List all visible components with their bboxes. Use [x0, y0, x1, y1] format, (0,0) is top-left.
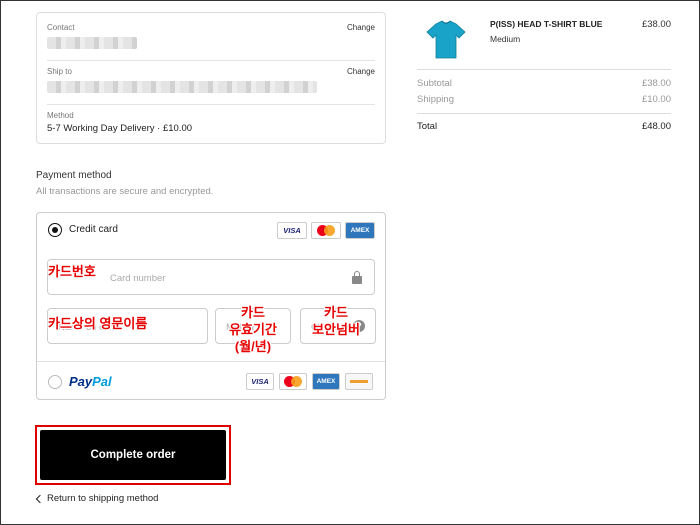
- card-brand-list: VISA AMEX: [277, 222, 375, 239]
- paypal-card-brand-list: VISA AMEX: [246, 373, 373, 390]
- lock-icon: [352, 271, 362, 284]
- card-number-placeholder: Card number: [110, 273, 166, 284]
- paypal-logo[interactable]: PayPal: [69, 374, 112, 389]
- generic-card-icon: [345, 373, 373, 390]
- divider: [47, 104, 375, 105]
- annotation-security-code: 카드 보안넘버: [312, 305, 360, 337]
- tshirt-icon: [426, 20, 466, 59]
- visa-icon: VISA: [277, 222, 307, 239]
- ship-to-value-redacted: [47, 81, 317, 93]
- complete-order-highlight: Complete order: [35, 425, 231, 485]
- credit-card-option[interactable]: Credit card VISA AMEX: [37, 213, 385, 247]
- method-value: 5-7 Working Day Delivery · £10.00: [47, 123, 193, 134]
- annotation-expiry: 카드 유효기간 (월/년): [229, 305, 277, 354]
- shipping-value: £10.00: [641, 94, 671, 105]
- total-value: £48.00: [641, 121, 671, 132]
- product-thumbnail: [418, 16, 474, 64]
- chevron-left-icon: [35, 494, 45, 503]
- total-row: Total £48.00: [417, 121, 671, 132]
- credit-card-radio[interactable]: [48, 223, 62, 237]
- shipping-row: Shipping £10.00: [417, 94, 671, 105]
- divider: [37, 361, 385, 362]
- checkout-summary-box: Contact Change Ship to Change Method 5-7…: [36, 12, 386, 144]
- amex-icon: AMEX: [345, 222, 375, 239]
- return-to-shipping-label: Return to shipping method: [47, 493, 159, 504]
- return-to-shipping-link[interactable]: Return to shipping method: [35, 493, 159, 504]
- ship-to-label: Ship to: [47, 67, 72, 76]
- mastercard-icon: [279, 373, 307, 390]
- subtotal-label: Subtotal: [417, 78, 452, 89]
- subtotal-value: £38.00: [641, 78, 671, 89]
- change-ship-to-link[interactable]: Change: [347, 67, 375, 76]
- contact-value-redacted: [47, 37, 137, 49]
- credit-card-label: Credit card: [69, 224, 118, 235]
- visa-icon: VISA: [246, 373, 274, 390]
- subtotal-row: Subtotal £38.00: [417, 78, 671, 89]
- contact-label: Contact: [47, 23, 75, 32]
- change-contact-link[interactable]: Change: [347, 23, 375, 32]
- payment-method-subtitle: All transactions are secure and encrypte…: [36, 186, 214, 197]
- divider: [417, 69, 671, 70]
- product-name: P(ISS) HEAD T-SHIRT BLUE: [490, 19, 603, 29]
- card-number-input[interactable]: Card number: [47, 259, 375, 295]
- total-label: Total: [417, 121, 438, 132]
- contact-row: Contact Change: [47, 23, 375, 49]
- divider: [417, 113, 671, 114]
- mastercard-icon: [311, 222, 341, 239]
- amex-icon: AMEX: [312, 373, 340, 390]
- product-variant: Medium: [490, 34, 521, 44]
- paypal-radio[interactable]: [48, 375, 62, 389]
- product-price: £38.00: [641, 19, 671, 30]
- method-row: Method 5-7 Working Day Delivery · £10.00: [47, 111, 375, 134]
- ship-to-row: Ship to Change: [47, 67, 375, 93]
- shipping-label: Shipping: [417, 94, 454, 105]
- divider: [47, 60, 375, 61]
- method-label: Method: [47, 111, 74, 120]
- annotation-card-number: 카드번호: [48, 264, 96, 279]
- payment-method-title: Payment method: [36, 170, 112, 181]
- annotation-name-on-card: 카드상의 영문이름: [48, 316, 148, 331]
- complete-order-button[interactable]: Complete order: [40, 430, 226, 480]
